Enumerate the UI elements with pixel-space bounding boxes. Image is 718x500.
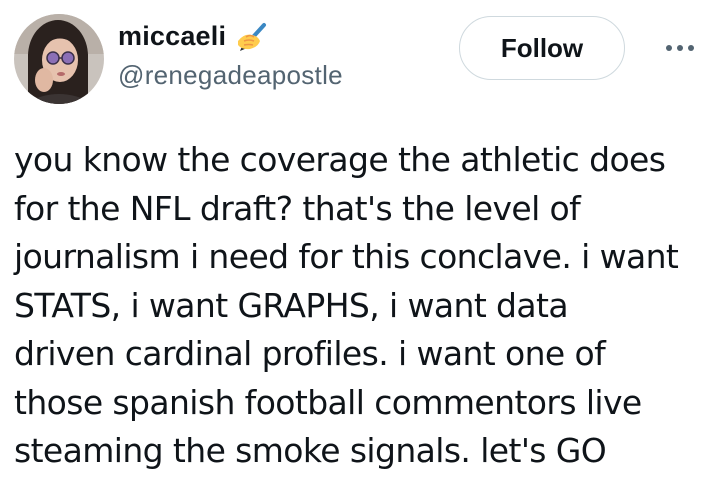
avatar-image bbox=[14, 14, 104, 104]
follow-button[interactable]: Follow bbox=[459, 16, 625, 80]
tweet-text: you know the coverage the athletic does … bbox=[14, 140, 679, 470]
author-handle[interactable]: @renegadeapostle bbox=[118, 60, 343, 91]
more-options-button[interactable] bbox=[660, 34, 700, 62]
author-name-row: miccaeli bbox=[118, 16, 268, 56]
avatar[interactable] bbox=[14, 14, 104, 104]
tweet-card: miccaeli @renegadeapostle Follow you kno… bbox=[0, 0, 718, 500]
more-horizontal-icon bbox=[666, 45, 694, 51]
author-display-name[interactable]: miccaeli bbox=[118, 21, 226, 52]
writing-hand-emoji-icon bbox=[234, 19, 268, 53]
